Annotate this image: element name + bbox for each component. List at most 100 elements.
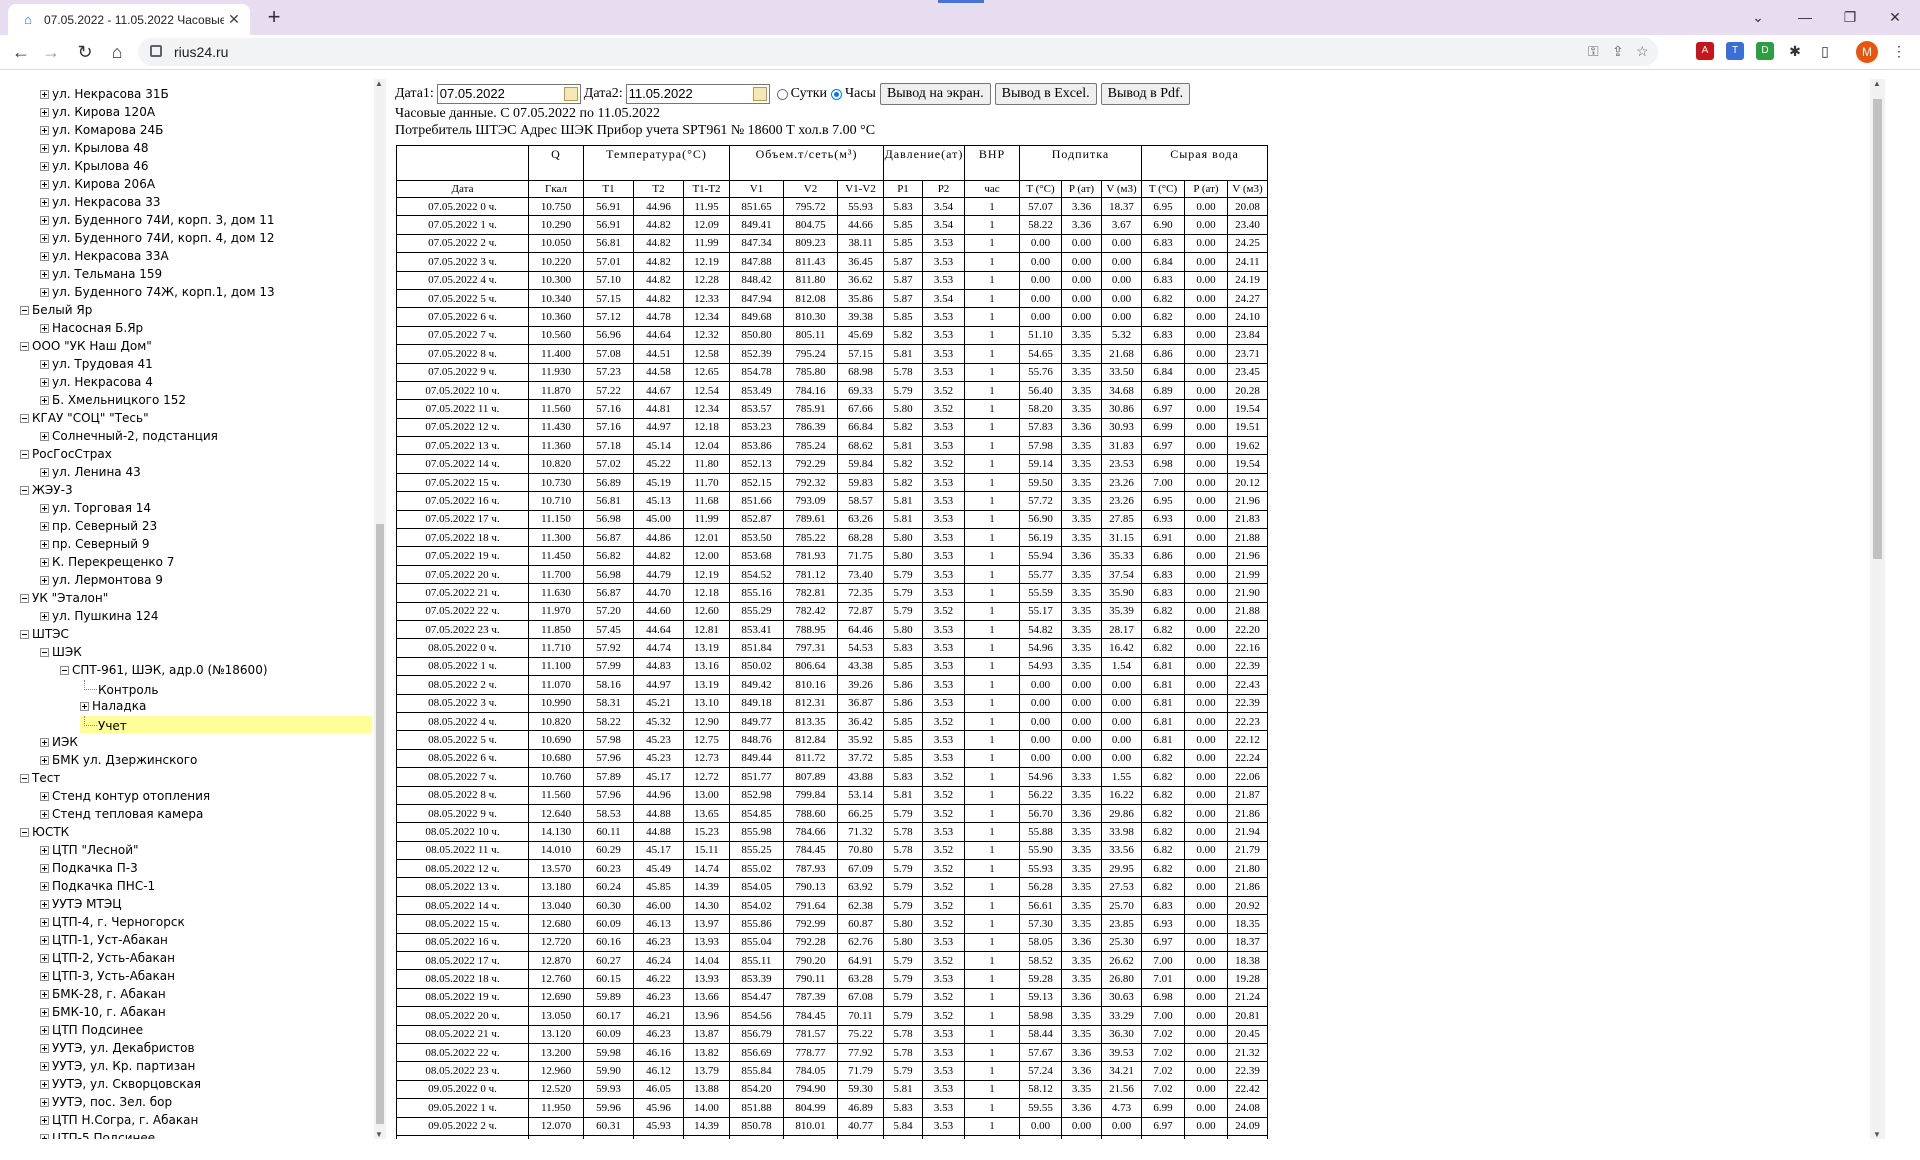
tree-node[interactable]: ЦТП-3, Усть-Абакан [40,968,175,985]
side-panel-icon[interactable]: ▯ [1816,42,1834,60]
translate-extension-icon[interactable]: T [1726,42,1744,60]
expand-icon[interactable] [40,396,49,405]
expand-icon[interactable] [40,1098,49,1107]
tree-node[interactable]: ул. Буденного 74И, корп. 4, дом 12 [40,230,275,247]
expand-icon[interactable] [40,252,49,261]
bookmark-star-icon[interactable]: ☆ [1636,43,1649,60]
share-icon[interactable]: ⇪ [1612,43,1624,60]
tree-node[interactable]: КГАУ "СОЦ" "Тесь" [20,410,149,427]
tree-node[interactable]: УУТЭ, пос. Зел. бор [40,1094,172,1111]
expand-icon[interactable] [40,108,49,117]
expand-icon[interactable] [40,1026,49,1035]
radio-hour[interactable] [831,88,842,100]
page-scrollbar[interactable]: ▲ ▼ [1870,79,1885,1139]
collapse-icon[interactable] [20,414,29,423]
tree-node[interactable]: Учет [80,716,372,733]
expand-icon[interactable] [40,990,49,999]
tree-node[interactable]: ул. Ленина 43 [40,464,141,481]
collapse-icon[interactable] [20,594,29,603]
tree-node[interactable]: Тест [20,770,60,787]
minimize-button[interactable]: — [1785,4,1825,30]
tree-node[interactable]: УУТЭ, ул. Скворцовская [40,1076,201,1093]
calendar-icon[interactable] [563,87,578,101]
tree-node[interactable]: БМК-28, г. Абакан [40,986,166,1003]
tree-node[interactable]: ул. Трудовая 41 [40,356,153,373]
tree-node[interactable]: ЦТП-1, Уст-Абакан [40,932,168,949]
collapse-icon[interactable] [60,666,69,675]
expand-icon[interactable] [40,504,49,513]
collapse-icon[interactable] [20,306,29,315]
de-extension-icon[interactable]: D [1756,42,1774,60]
tree-scrollbar[interactable]: ▲ ▼ [374,79,386,1139]
tree-node[interactable]: СПТ-961, ШЭК, адр.0 (№18600) [60,662,268,679]
expand-icon[interactable] [40,558,49,567]
scroll-down-icon[interactable]: ▼ [375,1130,383,1139]
expand-icon[interactable] [40,846,49,855]
tree-node[interactable]: ул. Некрасова 33 [40,194,160,211]
tree-node[interactable]: ул. Тельмана 159 [40,266,162,283]
tree-node[interactable]: ИЭК [40,734,78,751]
tree-node[interactable]: ЦТП Н.Согра, г. Абакан [40,1112,198,1129]
tree-node[interactable]: ШТЭС [20,626,69,643]
tree-node[interactable]: РосГосСтрах [20,446,112,463]
tree-node[interactable]: пр. Северный 9 [40,536,150,553]
expand-icon[interactable] [80,702,89,711]
active-tab[interactable]: ⌂ 07.05.2022 - 11.05.2022 Часовые ✕ [8,4,250,35]
tree-node[interactable]: ул. Лермонтова 9 [40,572,163,589]
expand-icon[interactable] [40,576,49,585]
tree-node[interactable]: ул. Крылова 48 [40,140,149,157]
tree-node[interactable]: ул. Кирова 206А [40,176,155,193]
tree-node[interactable]: ШЭК [40,644,82,661]
profile-avatar[interactable]: M [1856,41,1878,63]
tab-search-icon[interactable]: ⌄ [1738,4,1778,30]
tree-node[interactable]: Б. Хмельницкого 152 [40,392,186,409]
key-icon[interactable]: ⚿ [1588,43,1599,60]
expand-icon[interactable] [40,216,49,225]
new-tab-button[interactable]: + [260,4,288,32]
tree-node[interactable]: ул. Кирова 120А [40,104,155,121]
expand-icon[interactable] [40,810,49,819]
expand-icon[interactable] [40,288,49,297]
tab-close-icon[interactable]: ✕ [224,11,244,28]
tree-node[interactable]: ул. Буденного 74И, корп. 3, дом 11 [40,212,275,229]
expand-icon[interactable] [40,432,49,441]
tree-node[interactable]: Белый Яр [20,302,92,319]
tree-node[interactable]: пр. Северный 23 [40,518,157,535]
expand-icon[interactable] [40,1116,49,1125]
tree-node[interactable]: ул. Некрасова 31Б [40,86,169,103]
collapse-icon[interactable] [20,774,29,783]
expand-icon[interactable] [40,864,49,873]
tree-node[interactable]: Стенд тепловая камера [40,806,203,823]
collapse-icon[interactable] [20,342,29,351]
expand-icon[interactable] [40,540,49,549]
expand-icon[interactable] [40,270,49,279]
tree-node[interactable]: БМК-10, г. Абакан [40,1004,166,1021]
tree-node[interactable]: ЮСТК [20,824,69,841]
expand-icon[interactable] [40,1134,49,1139]
tree-node[interactable]: ул. Пушкина 124 [40,608,158,625]
expand-icon[interactable] [40,1062,49,1071]
tree-node[interactable]: ул. Буденного 74Ж, корп.1, дом 13 [40,284,275,301]
expand-icon[interactable] [40,468,49,477]
back-button[interactable]: ← [8,39,34,65]
tree-node[interactable]: ул. Комарова 24Б [40,122,163,139]
date2-input[interactable]: 11.05.2022 [625,84,770,104]
date1-input[interactable]: 07.05.2022 [436,84,581,104]
tree-node[interactable]: ЦТП Подсинее [40,1022,143,1039]
reload-button[interactable]: ↻ [72,39,98,65]
tree-node[interactable]: ЦТП "Лесной" [40,842,139,859]
expand-icon[interactable] [40,612,49,621]
tree-node[interactable]: ЖЭУ-3 [20,482,73,499]
tree-node[interactable]: Солнечный-2, подстанция [40,428,218,445]
scroll-up-icon[interactable]: ▲ [1873,79,1881,88]
expand-icon[interactable] [40,360,49,369]
scroll-down-icon[interactable]: ▼ [1873,1130,1881,1139]
collapse-icon[interactable] [20,630,29,639]
tree-node[interactable]: ул. Торговая 14 [40,500,151,517]
expand-icon[interactable] [40,324,49,333]
expand-icon[interactable] [40,918,49,927]
expand-icon[interactable] [40,144,49,153]
expand-icon[interactable] [40,90,49,99]
expand-icon[interactable] [40,126,49,135]
tree-node[interactable]: УУТЭ МТЭЦ [40,896,122,913]
